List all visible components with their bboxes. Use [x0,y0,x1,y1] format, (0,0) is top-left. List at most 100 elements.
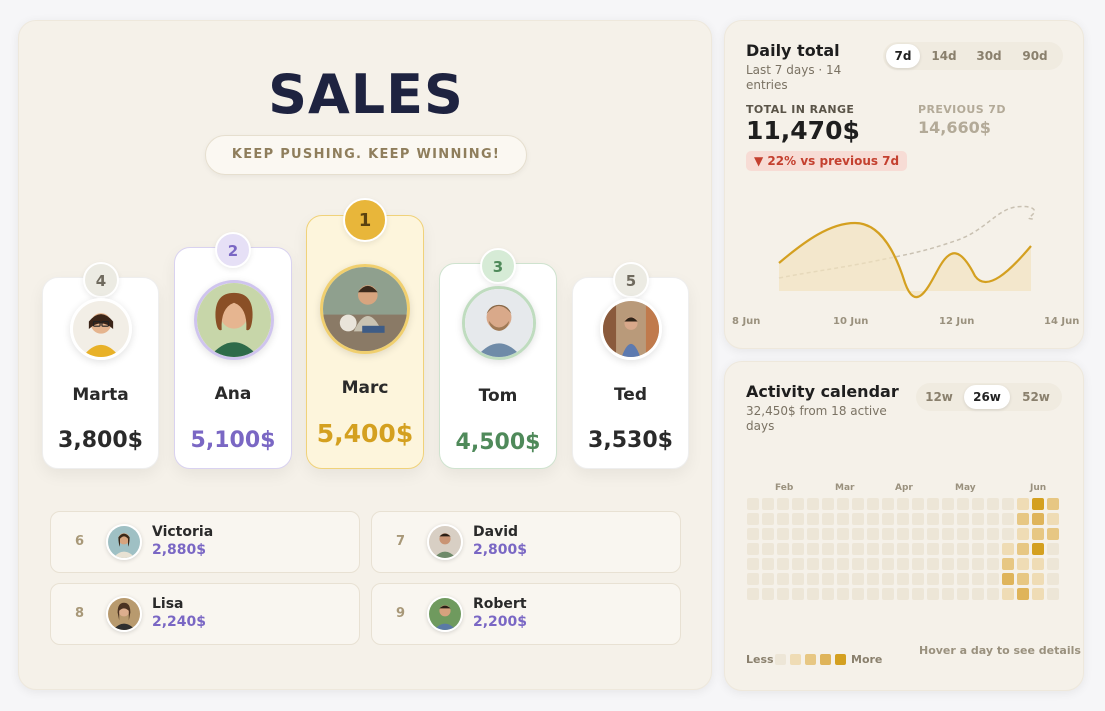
heatmap-day-cell[interactable] [882,588,894,600]
heatmap-day-cell[interactable] [822,558,834,570]
heatmap-day-cell[interactable] [867,513,879,525]
heatmap-day-cell[interactable] [762,498,774,510]
heatmap-day-cell[interactable] [1032,558,1044,570]
heatmap-day-cell[interactable] [792,513,804,525]
heatmap-day-cell[interactable] [867,498,879,510]
podium-card-rank-5[interactable]: 5 Ted 3,530$ [572,262,689,469]
heatmap-day-cell[interactable] [807,543,819,555]
heatmap-day-cell[interactable] [1047,528,1059,540]
heatmap-day-cell[interactable] [942,573,954,585]
heatmap-day-cell[interactable] [957,543,969,555]
heatmap-day-cell[interactable] [927,528,939,540]
heatmap-day-cell[interactable] [807,588,819,600]
heatmap-day-cell[interactable] [882,543,894,555]
heatmap-day-cell[interactable] [1002,513,1014,525]
heatmap-day-cell[interactable] [837,528,849,540]
heatmap-day-cell[interactable] [987,588,999,600]
heatmap-day-cell[interactable] [837,573,849,585]
heatmap-day-cell[interactable] [927,513,939,525]
heatmap-day-cell[interactable] [1047,543,1059,555]
heatmap-day-cell[interactable] [957,513,969,525]
heatmap-day-cell[interactable] [1032,513,1044,525]
heatmap-day-cell[interactable] [972,588,984,600]
heatmap-day-cell[interactable] [792,528,804,540]
heatmap-day-cell[interactable] [912,543,924,555]
heatmap-day-cell[interactable] [807,528,819,540]
heatmap-day-cell[interactable] [777,558,789,570]
heatmap-day-cell[interactable] [822,543,834,555]
heatmap-day-cell[interactable] [852,498,864,510]
heatmap-day-cell[interactable] [747,573,759,585]
heatmap-day-cell[interactable] [957,558,969,570]
heatmap-day-cell[interactable] [852,558,864,570]
heatmap-day-cell[interactable] [762,588,774,600]
heatmap-day-cell[interactable] [867,573,879,585]
heatmap-day-cell[interactable] [867,558,879,570]
heatmap-day-cell[interactable] [927,588,939,600]
heatmap-day-cell[interactable] [912,558,924,570]
heatmap-day-cell[interactable] [897,498,909,510]
podium-card-rank-1[interactable]: 1 Marc 5,400$ [306,198,424,469]
heatmap-day-cell[interactable] [837,588,849,600]
heatmap-day-cell[interactable] [882,528,894,540]
heatmap-day-cell[interactable] [1047,498,1059,510]
heatmap-day-cell[interactable] [792,588,804,600]
heatmap-day-cell[interactable] [912,513,924,525]
heatmap-day-cell[interactable] [987,543,999,555]
heatmap-day-cell[interactable] [987,498,999,510]
range-14d-button[interactable]: 14d [924,44,964,68]
range-30d-button[interactable]: 30d [969,44,1009,68]
heatmap-day-cell[interactable] [762,558,774,570]
heatmap-day-cell[interactable] [747,558,759,570]
heatmap-day-cell[interactable] [762,513,774,525]
heatmap-day-cell[interactable] [807,573,819,585]
heatmap-day-cell[interactable] [1032,498,1044,510]
heatmap-day-cell[interactable] [1032,528,1044,540]
heatmap-day-cell[interactable] [777,573,789,585]
heatmap-day-cell[interactable] [897,528,909,540]
heatmap-day-cell[interactable] [987,573,999,585]
heatmap-day-cell[interactable] [777,588,789,600]
heatmap-day-cell[interactable] [747,588,759,600]
heatmap-day-cell[interactable] [1047,513,1059,525]
leaderboard-row[interactable]: 6 Victoria 2,880$ [50,511,360,573]
heatmap-day-cell[interactable] [1002,543,1014,555]
heatmap-day-cell[interactable] [1032,573,1044,585]
heatmap-day-cell[interactable] [942,588,954,600]
heatmap-day-cell[interactable] [987,513,999,525]
heatmap-day-cell[interactable] [972,513,984,525]
heatmap-day-cell[interactable] [747,513,759,525]
heatmap-day-cell[interactable] [1017,543,1029,555]
heatmap-day-cell[interactable] [837,513,849,525]
heatmap-day-cell[interactable] [897,573,909,585]
podium-card-rank-4[interactable]: 4 Marta 3,800$ [42,262,159,469]
heatmap-day-cell[interactable] [882,558,894,570]
heatmap-day-cell[interactable] [972,573,984,585]
heatmap-day-cell[interactable] [1002,573,1014,585]
heatmap-day-cell[interactable] [777,498,789,510]
heatmap-day-cell[interactable] [1002,528,1014,540]
heatmap-day-cell[interactable] [852,513,864,525]
heatmap-day-cell[interactable] [837,543,849,555]
heatmap-day-cell[interactable] [912,528,924,540]
heatmap-day-cell[interactable] [1017,588,1029,600]
heatmap-day-cell[interactable] [777,543,789,555]
heatmap-day-cell[interactable] [1017,573,1029,585]
heatmap-day-cell[interactable] [972,528,984,540]
heatmap-day-cell[interactable] [792,573,804,585]
heatmap-day-cell[interactable] [882,513,894,525]
heatmap-day-cell[interactable] [912,588,924,600]
heatmap-day-cell[interactable] [1047,573,1059,585]
heatmap-day-cell[interactable] [822,498,834,510]
heatmap-day-cell[interactable] [912,573,924,585]
range-7d-button[interactable]: 7d [886,44,920,68]
heatmap-day-cell[interactable] [1017,528,1029,540]
heatmap-day-cell[interactable] [837,558,849,570]
heatmap-day-cell[interactable] [897,588,909,600]
heatmap-day-cell[interactable] [1002,558,1014,570]
heatmap-day-cell[interactable] [1032,588,1044,600]
heatmap-day-cell[interactable] [957,498,969,510]
heatmap-day-cell[interactable] [897,558,909,570]
heatmap-day-cell[interactable] [1002,498,1014,510]
heatmap-day-cell[interactable] [762,528,774,540]
